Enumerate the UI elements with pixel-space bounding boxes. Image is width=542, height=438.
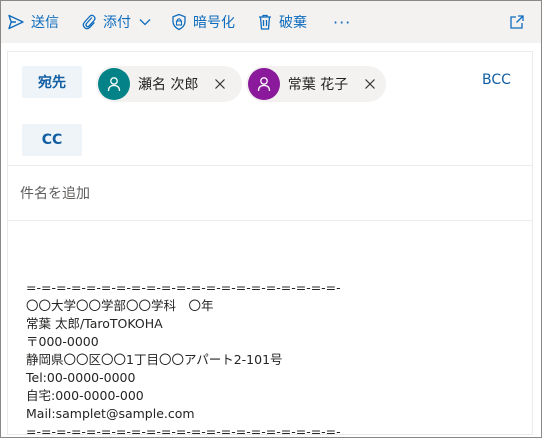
discard-label: 破棄	[279, 15, 307, 31]
to-row: 宛先 瀬名 次郎 常葉 花子 BCC	[8, 52, 532, 112]
pop-out-button[interactable]	[509, 1, 525, 43]
signature-line: 静岡県〇〇区〇〇1丁目〇〇アパート2-101号	[26, 352, 283, 367]
signature-line: Tel:00-0000-0000	[26, 370, 136, 385]
signature-line: Mail:samplet@sample.com	[26, 406, 195, 421]
recipient-name: 瀬名 次郎	[138, 77, 199, 93]
cc-row	[8, 112, 532, 166]
person-icon	[257, 77, 271, 92]
to-label: 宛先	[38, 75, 66, 91]
subject-row	[8, 167, 532, 221]
compose-window: 送信 添付 暗号化 破棄 ··· 宛先 瀬名 次郎 常葉 花子 BCC CC 件…	[0, 0, 542, 438]
signature-line: =-=-=-=-=-=-=-=-=-=-=-=-=-=-=-=-=-=-=-=-…	[26, 424, 341, 438]
signature-line: 〇〇大学〇〇学部〇〇学科 〇年	[26, 298, 214, 313]
attach-label: 添付	[103, 15, 131, 31]
cc-button[interactable]: CC	[22, 124, 82, 156]
remove-recipient-close-icon[interactable]	[360, 74, 380, 94]
recipient-chip[interactable]: 常葉 花子	[246, 66, 386, 102]
discard-button[interactable]: 破棄	[257, 1, 307, 43]
recipient-chip[interactable]: 瀬名 次郎	[96, 66, 242, 102]
person-icon	[107, 77, 121, 92]
pop-out-icon	[509, 14, 525, 30]
encrypt-button[interactable]: 暗号化	[171, 1, 235, 43]
send-label: 送信	[31, 15, 59, 31]
trash-icon	[257, 13, 273, 31]
send-icon	[7, 13, 25, 31]
signature-line: 常葉 太郎/TaroTOKOHA	[26, 316, 163, 331]
recipient-name: 常葉 花子	[287, 77, 349, 93]
send-button[interactable]: 送信	[7, 1, 59, 43]
to-button[interactable]: 宛先	[22, 66, 82, 98]
more-label: ···	[333, 12, 352, 32]
signature-line: 自宅:000-0000-000	[26, 388, 144, 403]
compose-pane: 宛先 瀬名 次郎 常葉 花子 BCC CC 件名を追加 =-=-=-=-=-=-…	[7, 51, 533, 438]
chevron-down-icon	[139, 18, 151, 26]
paperclip-icon	[81, 13, 97, 31]
more-options-button[interactable]: ···	[333, 1, 351, 43]
subject-input[interactable]	[20, 181, 520, 207]
bcc-button[interactable]: BCC	[482, 72, 511, 88]
compose-toolbar: 送信 添付 暗号化 破棄 ···	[1, 1, 541, 43]
signature-block: =-=-=-=-=-=-=-=-=-=-=-=-=-=-=-=-=-=-=-=-…	[26, 279, 341, 438]
signature-line: 〒000-0000	[26, 334, 99, 349]
avatar	[248, 68, 280, 100]
message-body[interactable]: =-=-=-=-=-=-=-=-=-=-=-=-=-=-=-=-=-=-=-=-…	[8, 222, 532, 438]
cc-label: CC	[41, 132, 63, 148]
remove-recipient-close-icon[interactable]	[210, 74, 230, 94]
avatar	[98, 68, 130, 100]
signature-line: =-=-=-=-=-=-=-=-=-=-=-=-=-=-=-=-=-=-=-=-…	[26, 280, 341, 295]
shield-lock-icon	[171, 13, 187, 31]
encrypt-label: 暗号化	[193, 15, 235, 31]
attach-button[interactable]: 添付	[81, 1, 151, 43]
